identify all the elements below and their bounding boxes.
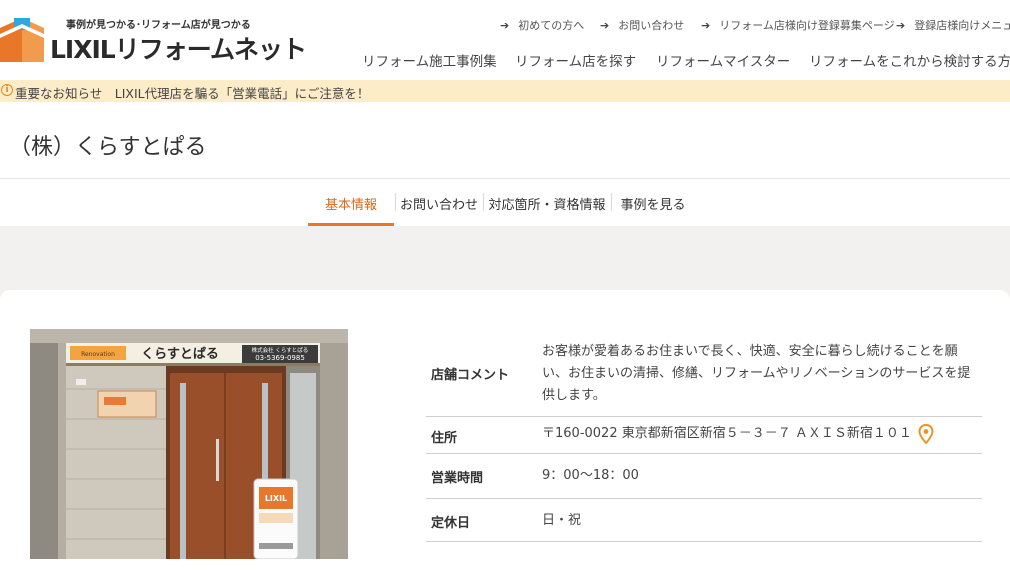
sign-company: 株式会社 くらすとぱる <box>252 346 309 354</box>
map-pin-icon[interactable] <box>918 423 934 444</box>
arrow-right-icon: ➔ <box>600 19 610 32</box>
util-link-shop-registration[interactable]: ➔ リフォーム店様向け登録募集ページ <box>701 17 895 33</box>
address-label: 住所 <box>431 431 458 446</box>
nav-item-reform-meister[interactable]: リフォームマイスター <box>656 50 790 70</box>
nav-item-find-shop[interactable]: リフォーム店を探す <box>515 50 636 70</box>
info-row-holiday: 定休日 日・祝 <box>426 499 982 542</box>
nav-item-beginners[interactable]: リフォームをこれから検討する方へ <box>809 50 1010 70</box>
shop-storefront-photo: Renovation くらすとぱる 株式会社 くらすとぱる 03-5369-09… <box>30 329 348 559</box>
util-link-first-time[interactable]: ➔ 初めての方へ <box>500 17 584 33</box>
shop-info-card: Renovation くらすとぱる 株式会社 くらすとぱる 03-5369-09… <box>0 290 1010 570</box>
sign-shop-name: くらすとぱる <box>141 346 219 362</box>
logo-tagline: 事例が見つかる･リフォーム店が見つかる <box>66 20 251 31</box>
title-band: （株）くらすとぱる <box>0 102 1010 179</box>
info-row-address: 住所 〒160-0022 東京都新宿区新宿５－３－７ ＡＸＩＳ新宿１０１ <box>426 417 982 454</box>
address-value: 〒160-0022 東京都新宿区新宿５－３－７ ＡＸＩＳ新宿１０１ <box>542 426 912 441</box>
tab-basic-info[interactable]: 基本情報 <box>308 179 394 226</box>
lixil-logo-icon <box>0 18 44 62</box>
util-link-contact[interactable]: ➔ お問い合わせ <box>600 17 684 33</box>
arrow-right-icon: ➔ <box>896 19 906 32</box>
comment-label: 店舗コメント <box>431 368 510 383</box>
holiday-value: 日・祝 <box>542 513 582 528</box>
svg-text:Renovation: Renovation <box>81 351 115 358</box>
util-link-label: リフォーム店様向け登録募集ページ <box>719 19 895 32</box>
comment-value: お客様が愛着あるお住まいで長く、快適、安全に暮らし続けることを願い、お住まいの清… <box>542 344 971 403</box>
holiday-label: 定休日 <box>431 516 471 531</box>
util-link-label: 登録店様向けメニュー <box>914 19 1010 32</box>
info-row-hours: 営業時間 9：00〜18：00 <box>426 454 982 499</box>
info-circle-icon: i <box>1 84 13 96</box>
util-link-member-menu[interactable]: ➔ 登録店様向けメニュー <box>896 17 1010 33</box>
tab-view-cases[interactable]: 事例を見る <box>612 179 694 226</box>
address-value-wrap: 〒160-0022 東京都新宿区新宿５－３－７ ＡＸＩＳ新宿１０１ <box>542 423 982 445</box>
site-logo[interactable]: 事例が見つかる･リフォーム店が見つかる LIXILリフォームネット <box>0 14 307 64</box>
arrow-right-icon: ➔ <box>500 19 510 32</box>
shop-tabs: 基本情報 お問い合わせ 対応箇所・資格情報 事例を見る <box>0 179 1010 226</box>
utility-nav: ➔ 初めての方へ ➔ お問い合わせ ➔ リフォーム店様向け登録募集ページ ➔ 登録店様向… <box>500 17 1010 35</box>
hours-value: 9：00〜18：00 <box>542 468 639 483</box>
standee-brand: LIXIL <box>265 494 287 503</box>
page-title: （株）くらすとぱる <box>9 135 207 160</box>
info-row-comment: 店舗コメント お客様が愛着あるお住まいで長く、快適、安全に暮らし続けることを願い… <box>426 332 982 417</box>
storefront-image: Renovation くらすとぱる 株式会社 くらすとぱる 03-5369-09… <box>30 329 348 559</box>
util-link-label: お問い合わせ <box>618 19 685 32</box>
logo-brand-text: LIXILリフォームネット <box>50 35 307 64</box>
notice-text: 重要なお知らせ LIXIL代理店を騙る「営業電話」にご注意を！ <box>15 86 370 101</box>
main-nav: リフォーム施工事例集 リフォーム店を探す リフォームマイスター リフォームをこれ… <box>362 50 1010 70</box>
nav-item-case-studies[interactable]: リフォーム施工事例集 <box>362 50 497 70</box>
hours-label: 営業時間 <box>431 471 484 486</box>
shop-info-table: 店舗コメント お客様が愛着あるお住まいで長く、快適、安全に暮らし続けることを願い… <box>426 332 982 542</box>
site-header: 事例が見つかる･リフォーム店が見つかる LIXILリフォームネット ➔ 初めての方… <box>0 0 1010 80</box>
sign-phone: 03-5369-0985 <box>255 354 305 362</box>
tab-coverage-qualifications[interactable]: 対応箇所・資格情報 <box>484 179 610 226</box>
tab-contact[interactable]: お問い合わせ <box>396 179 482 226</box>
arrow-right-icon: ➔ <box>701 19 711 32</box>
important-notice-bar[interactable]: i 重要なお知らせ LIXIL代理店を騙る「営業電話」にご注意を！ <box>0 80 1010 102</box>
util-link-label: 初めての方へ <box>518 19 585 32</box>
